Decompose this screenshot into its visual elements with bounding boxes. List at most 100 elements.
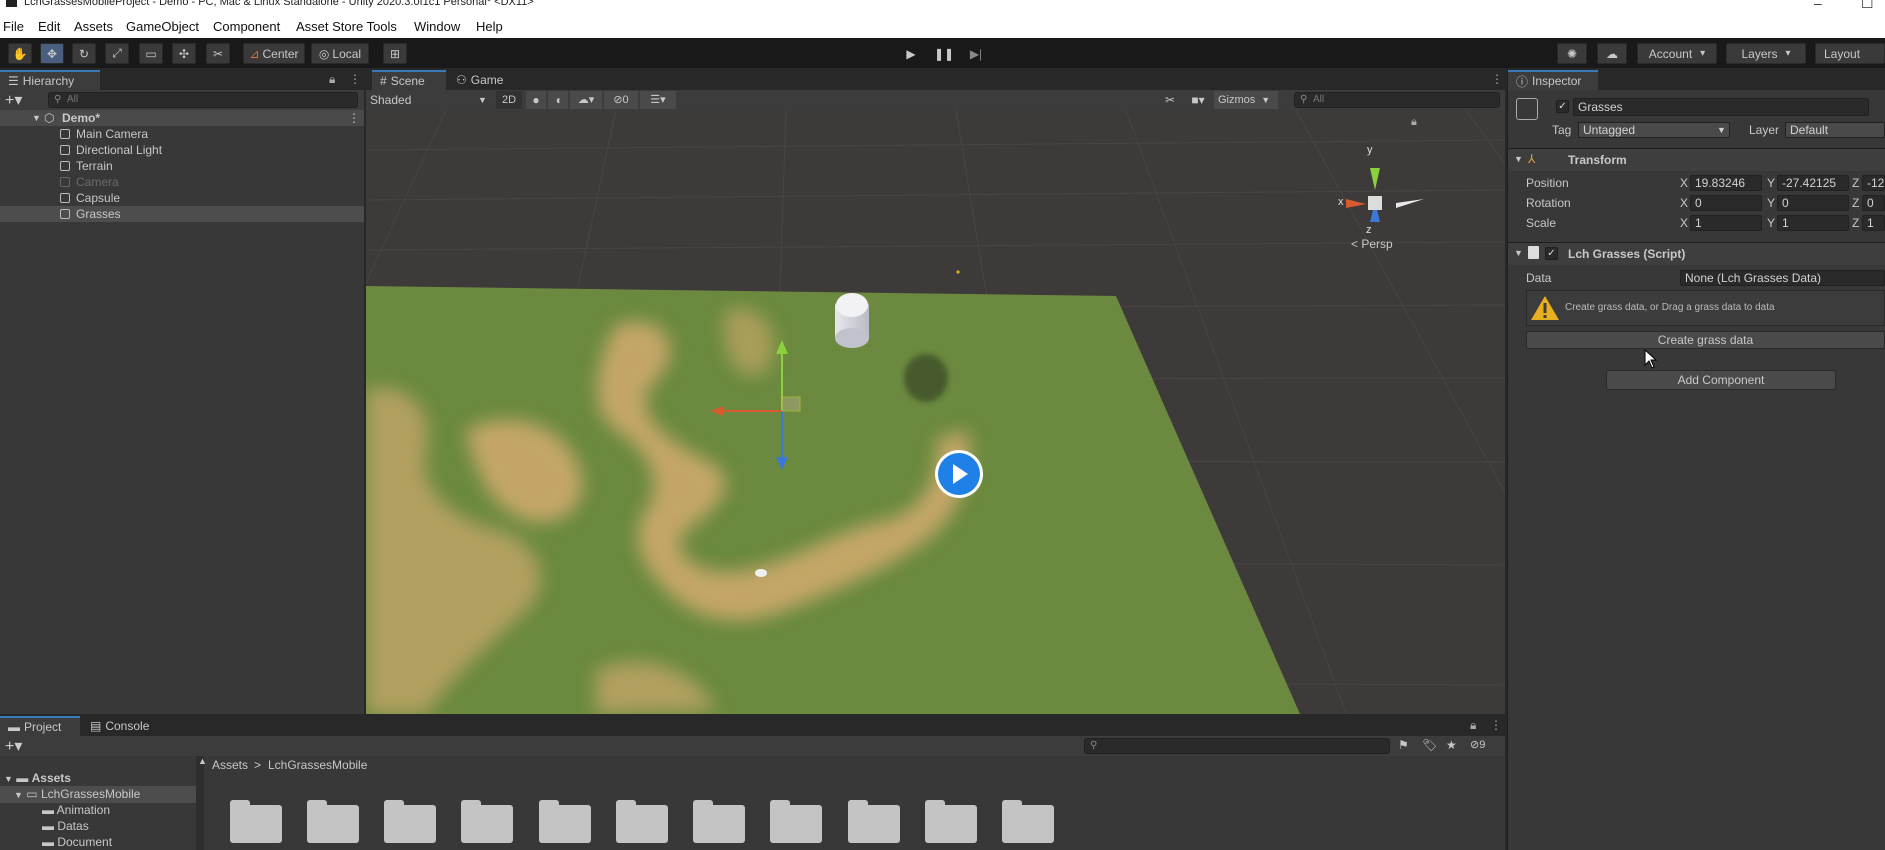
data-object-field[interactable]: None (Lch Grasses Data) [1680,270,1885,286]
menu-help[interactable]: Help [476,19,503,34]
effects-dropdown-icon[interactable]: ☁▾ [570,91,602,109]
foldout-arrow-icon[interactable]: ▼ [1514,248,1523,258]
layer-dropdown[interactable]: Default [1785,122,1885,138]
folder-item-icon[interactable] [693,800,745,844]
active-checkbox[interactable]: ✓ [1556,100,1569,113]
transform-tool-icon[interactable]: ✣ [172,43,196,64]
tab-hierarchy[interactable]: ☰ Hierarchy [0,70,100,90]
rotation-z-field[interactable]: 0 [1862,195,1885,211]
tab-console[interactable]: ▤ Console [82,716,166,736]
position-x-field[interactable]: 19.83246 [1690,175,1762,191]
scale-z-field[interactable]: 1 [1862,215,1885,231]
folder-item-icon[interactable] [230,800,282,844]
tree-item[interactable]: ▬ Animation [42,802,110,818]
menu-file[interactable]: File [3,19,24,34]
expand-arrow-icon[interactable]: ▼ [32,110,41,126]
lighting-toggle-icon[interactable]: ● [526,91,546,109]
foldout-arrow-icon[interactable]: ▼ [1514,154,1523,164]
tab-inspector[interactable]: ⓘ Inspector [1508,70,1598,90]
scene-menu-icon[interactable]: ⋮ [348,110,360,126]
hierarchy-item[interactable]: Directional Light [0,142,364,158]
hierarchy-search-input[interactable]: ⚲ All [48,92,358,108]
scroll-up-icon[interactable]: ▲ [198,756,207,766]
scene-visibility-toggle[interactable]: ⊘0 [604,91,638,109]
folder-item-icon[interactable] [539,800,591,844]
scale-x-field[interactable]: 1 [1690,215,1762,231]
breadcrumb-assets[interactable]: Assets [212,758,248,772]
rect-tool-icon[interactable]: ▭ [139,43,163,64]
camera-settings-dropdown-icon[interactable]: ☰▾ [640,91,676,109]
breadcrumb-current[interactable]: LchGrassesMobile [268,758,367,772]
tab-project[interactable]: ▬ Project [0,716,80,736]
audio-toggle-icon[interactable]: ◖ [548,91,568,109]
tag-dropdown[interactable]: Untagged ▼ [1578,122,1730,138]
account-dropdown[interactable]: Account [1637,43,1717,64]
cloud-icon[interactable]: ☁ [1597,43,1627,64]
step-button[interactable]: ▶| [964,43,988,64]
tools-icon[interactable]: ✂ [1160,91,1180,109]
folder-item-icon[interactable] [307,800,359,844]
hierarchy-item[interactable]: Main Camera [0,126,364,142]
hidden-packages-toggle[interactable]: ⊘9 [1470,738,1485,751]
position-z-field[interactable]: -12 [1862,175,1885,191]
tab-scene[interactable]: # Scene [372,70,446,90]
scale-tool-icon[interactable]: ⤢ [105,43,129,64]
folder-item-icon[interactable] [1002,800,1054,844]
2d-toggle[interactable]: 2D [496,91,522,109]
gizmos-dropdown[interactable]: Gizmos ▼ [1214,91,1278,109]
search-by-type-icon[interactable]: ⚑ [1398,738,1409,752]
create-grass-data-button[interactable]: Create grass data [1526,331,1885,349]
pivot-space-toggle[interactable]: ◎ Local [311,43,369,64]
folder-item-icon[interactable] [616,800,668,844]
pivot-center-toggle[interactable]: ⊿ Center [243,43,305,64]
search-by-label-icon[interactable]: 🏷︎ [1422,738,1437,752]
panel-menu-icon[interactable]: ⋮ [1491,72,1503,86]
hierarchy-item-selected[interactable]: Grasses [0,206,364,222]
layers-dropdown[interactable]: Layers [1726,43,1806,64]
scene-viewport[interactable]: 🔒︎ y x z < Persp [366,110,1505,714]
pause-button[interactable]: ❚❚ [932,43,956,64]
project-search-input[interactable]: ⚲ [1084,738,1390,754]
menu-window[interactable]: Window [414,19,460,34]
folder-item-icon[interactable] [461,800,513,844]
script-enabled-checkbox[interactable]: ✓ [1545,247,1558,260]
menu-assets[interactable]: Assets [74,19,113,34]
panel-menu-icon[interactable]: ⋮ [1490,718,1502,732]
folder-item-icon[interactable] [848,800,900,844]
tree-item-selected[interactable]: ▼ ▭ LchGrassesMobile [0,786,196,803]
shading-mode-dropdown[interactable]: Shaded ▼ [370,92,487,108]
tree-item[interactable]: ▬ Document [42,834,112,850]
folder-item-icon[interactable] [925,800,977,844]
minimize-button[interactable]: – [1814,0,1822,11]
scene-lock-icon[interactable]: 🔒︎ [1411,116,1417,129]
favorites-icon[interactable]: ★ [1446,738,1457,752]
scene-search-input[interactable]: ⚲ All [1294,92,1500,108]
tab-game[interactable]: ⚇ Game [448,70,518,90]
lock-icon[interactable]: 🔒︎ [329,72,335,87]
create-plus-button[interactable]: +▾ [5,736,22,756]
hierarchy-item[interactable]: Camera [0,174,364,190]
menu-component[interactable]: Component [213,19,280,34]
hand-tool-icon[interactable]: ✋ [8,43,32,64]
folder-item-icon[interactable] [770,800,822,844]
tree-item-assets[interactable]: ▼ ▬ Assets [4,770,71,787]
folder-item-icon[interactable] [384,800,436,844]
scale-y-field[interactable]: 1 [1777,215,1849,231]
transform-header[interactable]: ▼ ⅄ Transform [1508,148,1885,171]
menu-gameobject[interactable]: GameObject [126,19,199,34]
script-component-header[interactable]: ▼ ✓ Lch Grasses (Script) [1508,242,1885,265]
rotation-x-field[interactable]: 0 [1690,195,1762,211]
panel-menu-icon[interactable]: ⋮ [349,72,361,86]
custom-tool-icon[interactable]: ✂ [206,43,230,64]
menu-asset-store-tools[interactable]: Asset Store Tools [296,19,397,34]
lock-icon[interactable]: 🔒︎ [1470,718,1476,733]
object-name-field[interactable]: Grasses [1573,98,1869,116]
collab-icon[interactable]: ✺ [1557,43,1587,64]
scene-row[interactable]: ▼ ⬡ Demo* ⋮ [0,110,364,126]
grid-snap-button[interactable]: ⊞ [383,43,407,64]
hierarchy-item[interactable]: Terrain [0,158,364,174]
add-component-button[interactable]: Add Component [1606,370,1836,390]
tree-item[interactable]: ▬ Datas [42,818,89,834]
play-button[interactable]: ▶ [899,43,923,64]
camera-dropdown-icon[interactable]: ■▾ [1184,91,1212,109]
